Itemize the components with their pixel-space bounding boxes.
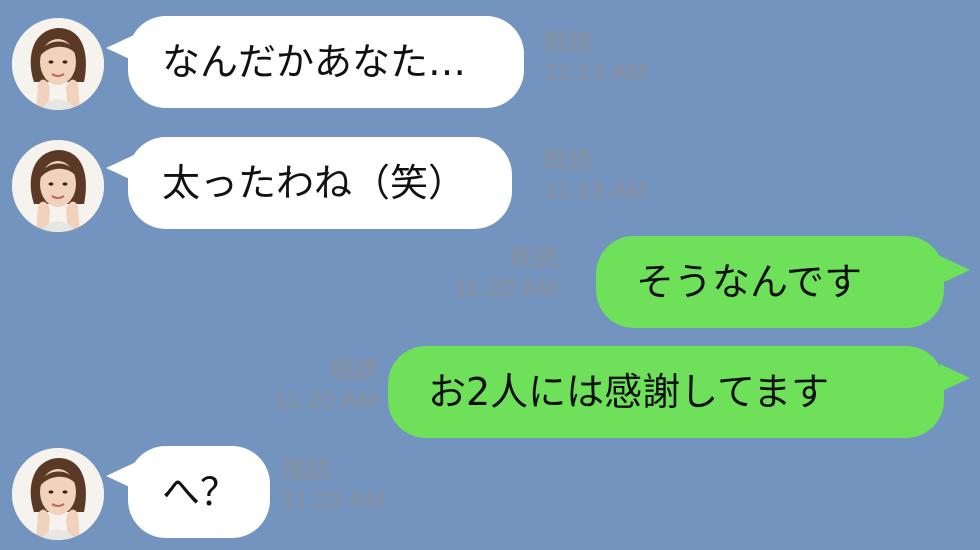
message-meta: 既読 11:13 AM bbox=[544, 146, 648, 206]
message-meta: 既読 11:20 AM bbox=[454, 244, 558, 304]
read-receipt: 既読 bbox=[510, 245, 558, 272]
bubble-tail bbox=[940, 256, 970, 284]
read-receipt: 既読 bbox=[282, 457, 330, 484]
timestamp: 11:20 AM bbox=[274, 387, 378, 414]
read-receipt: 既読 bbox=[544, 147, 592, 174]
timestamp: 11:13 AM bbox=[544, 177, 648, 204]
message-bubble[interactable]: なんだかあなた… bbox=[128, 16, 524, 108]
timestamp: 11:20 AM bbox=[454, 275, 558, 302]
message-bubble[interactable]: お2人には感謝してます bbox=[388, 346, 944, 438]
message-text: 太ったわね（笑） bbox=[162, 161, 467, 205]
woman-avatar-icon bbox=[12, 18, 104, 110]
message-meta: 既読 11:20 AM bbox=[274, 356, 378, 416]
message-text: へ？ bbox=[162, 470, 239, 514]
message-text: なんだかあなた… bbox=[162, 40, 467, 84]
contact-avatar[interactable] bbox=[12, 140, 104, 232]
message-text: そうなんです bbox=[636, 260, 863, 304]
timestamp: 11:23 AM bbox=[282, 487, 386, 514]
read-receipt: 既読 bbox=[544, 29, 592, 56]
message-bubble[interactable]: 太ったわね（笑） bbox=[128, 137, 512, 229]
woman-avatar-icon bbox=[12, 140, 104, 232]
message-bubble[interactable]: へ？ bbox=[128, 446, 270, 538]
chat-thread: なんだかあなた… 既読 11:13 AM 太ったわね（笑） 既読 11:13 A… bbox=[0, 0, 980, 550]
woman-avatar-icon bbox=[12, 448, 104, 540]
bubble-tail bbox=[940, 364, 970, 392]
timestamp: 11:13 AM bbox=[544, 59, 648, 86]
contact-avatar[interactable] bbox=[12, 18, 104, 110]
message-meta: 既読 11:13 AM bbox=[544, 28, 648, 88]
message-meta: 既読 11:23 AM bbox=[282, 456, 386, 516]
message-bubble[interactable]: そうなんです bbox=[596, 236, 944, 328]
read-receipt: 既読 bbox=[330, 357, 378, 384]
message-text: お2人には感謝してます bbox=[428, 370, 830, 414]
contact-avatar[interactable] bbox=[12, 448, 104, 540]
